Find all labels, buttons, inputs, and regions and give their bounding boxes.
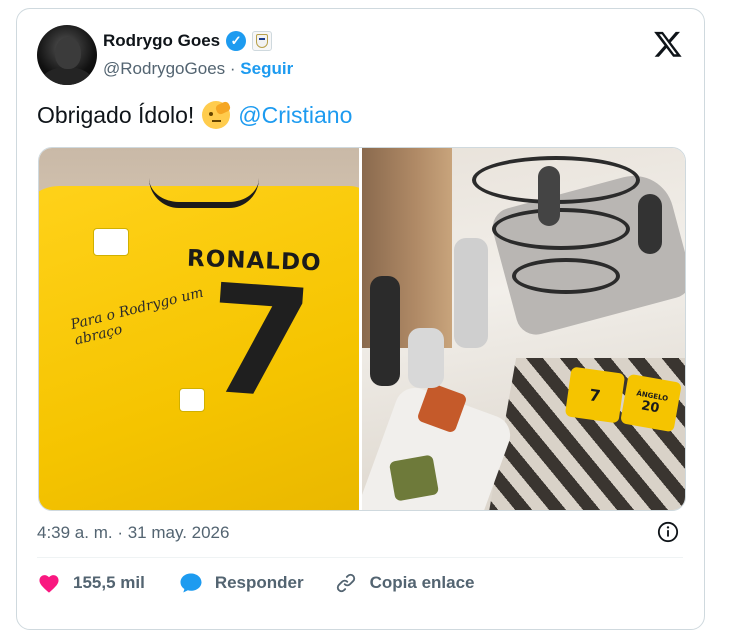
author-name-row: Rodrygo Goes ✓ bbox=[103, 31, 273, 51]
x-logo-icon[interactable] bbox=[653, 29, 683, 59]
avatar[interactable] bbox=[37, 25, 97, 85]
author-handle-row: @RodrygoGoes · Seguir bbox=[103, 59, 293, 79]
like-count: 155,5 mil bbox=[73, 573, 145, 592]
link-icon bbox=[334, 571, 358, 595]
photo-living-room[interactable]: 7 ÁNGELO 20 bbox=[362, 148, 685, 510]
chandelier-ring-3 bbox=[512, 258, 620, 294]
verified-badge-icon: ✓ bbox=[226, 31, 247, 51]
league-patch-icon bbox=[93, 228, 129, 256]
tweet-actions: 155,5 mil Responder Copia enlace bbox=[37, 571, 475, 595]
green-pillow bbox=[388, 454, 440, 502]
heart-icon bbox=[37, 571, 61, 595]
tweet-text: Obrigado Ídolo! @Cristiano bbox=[37, 100, 352, 129]
author-handle[interactable]: @RodrygoGoes bbox=[103, 59, 225, 78]
like-button[interactable]: 155,5 mil bbox=[37, 571, 145, 595]
reply-label: Responder bbox=[214, 573, 304, 592]
jersey-left-number: 7 bbox=[588, 384, 602, 406]
copy-link-label: Copia enlace bbox=[369, 573, 475, 592]
person-standing-center bbox=[454, 238, 488, 348]
saluting-face-icon bbox=[202, 100, 232, 129]
follow-button[interactable]: Seguir bbox=[240, 59, 293, 78]
jersey-right-number: 20 bbox=[640, 397, 661, 416]
jersey-collar bbox=[149, 178, 259, 208]
reply-bubble-icon bbox=[179, 571, 203, 595]
copy-link-button[interactable]: Copia enlace bbox=[334, 571, 475, 595]
person-standing-left bbox=[370, 276, 400, 386]
avatar-shoulders bbox=[41, 67, 93, 85]
actions-divider bbox=[37, 557, 683, 558]
info-icon[interactable] bbox=[657, 521, 679, 543]
person-sitting bbox=[408, 328, 444, 388]
avatar-face bbox=[55, 37, 81, 69]
chandelier-ring-2 bbox=[492, 208, 630, 250]
person-on-sofa bbox=[638, 194, 662, 254]
photo-signed-jersey[interactable]: RONALDO 7 Para o Rodrygo um abraço bbox=[39, 148, 359, 510]
tweet-card: Rodrygo Goes ✓ @RodrygoGoes · Seguir Obr… bbox=[16, 8, 705, 630]
jersey-on-floor-left: 7 bbox=[564, 366, 626, 424]
handle-separator: · bbox=[229, 59, 236, 78]
mention-link[interactable]: @Cristiano bbox=[238, 102, 352, 129]
tweet-body: Obrigado Ídolo! bbox=[37, 101, 195, 128]
person-background bbox=[538, 166, 560, 226]
media-grid: RONALDO 7 Para o Rodrygo um abraço 7 ÁNG… bbox=[38, 147, 686, 511]
affiliation-badge-icon[interactable] bbox=[252, 31, 273, 51]
author-display-name[interactable]: Rodrygo Goes bbox=[103, 31, 220, 51]
tweet-timestamp[interactable]: 4:39 a. m. · 31 may. 2026 bbox=[37, 523, 229, 543]
reply-button[interactable]: Responder bbox=[179, 571, 304, 595]
jersey-on-floor-right: ÁNGELO 20 bbox=[620, 373, 682, 433]
